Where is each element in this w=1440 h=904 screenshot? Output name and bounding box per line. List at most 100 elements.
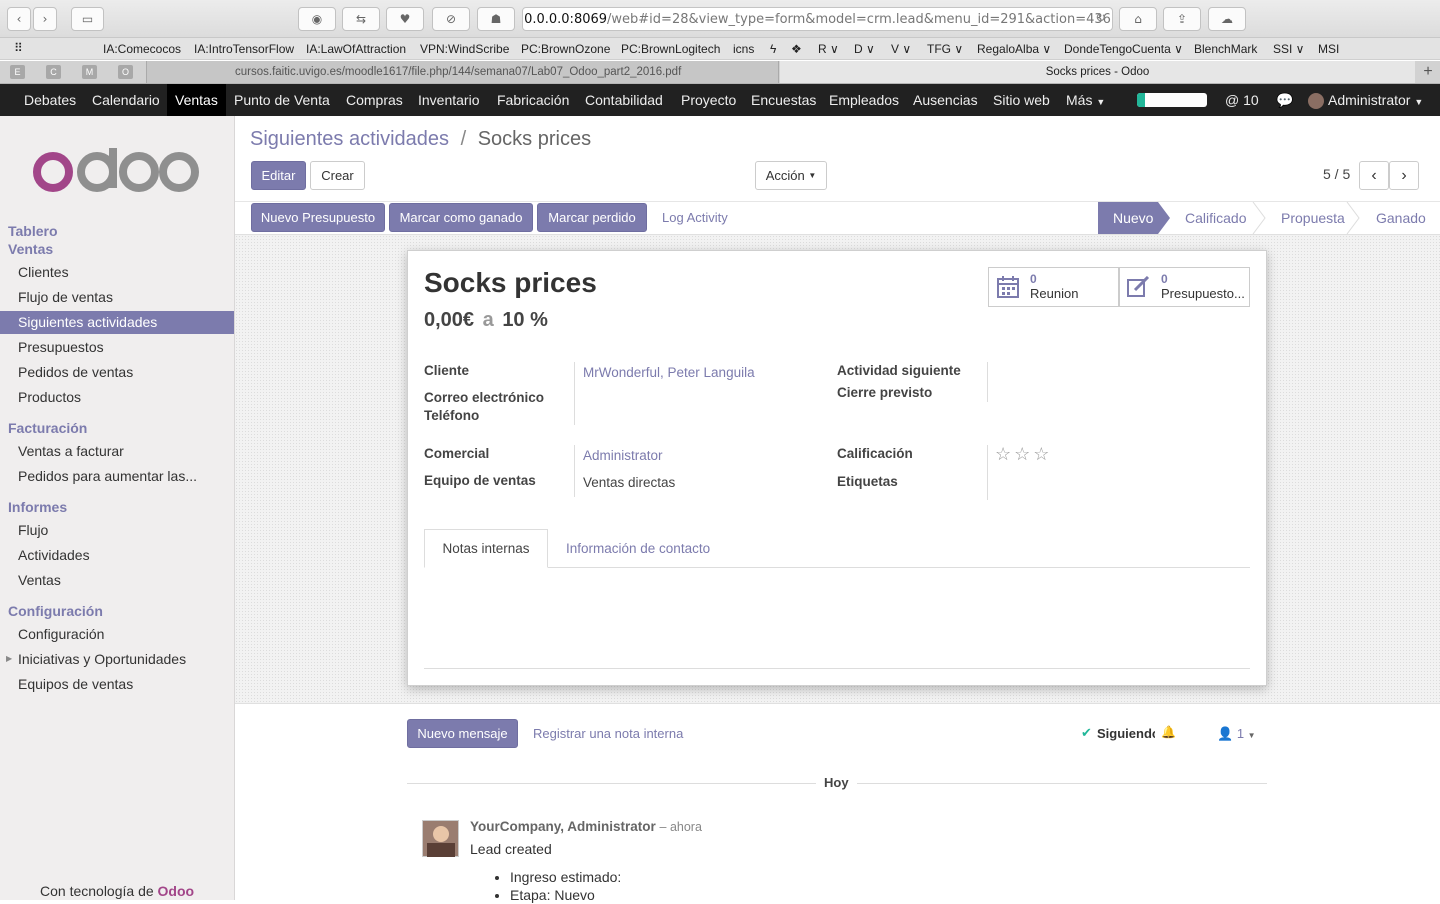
stage-calificado[interactable]: Calificado: [1185, 202, 1246, 234]
stage-ganado[interactable]: Ganado: [1376, 202, 1426, 234]
pinned-tab[interactable]: E: [10, 65, 25, 79]
section-facturacion[interactable]: Facturación: [8, 420, 87, 436]
extension-button-2[interactable]: ⇆: [342, 7, 380, 31]
bookmark[interactable]: ϟ: [770, 42, 776, 56]
pinned-tab[interactable]: C: [46, 65, 61, 79]
new-quotation-button[interactable]: Nuevo Presupuesto: [251, 203, 385, 232]
sidebar-item-ventas-a-facturar[interactable]: Ventas a facturar: [0, 440, 234, 463]
user-menu[interactable]: Administrator ▼: [1300, 84, 1431, 116]
adblock-button[interactable]: ⊘: [432, 7, 470, 31]
menu-sitio-web[interactable]: Sitio web: [985, 84, 1058, 116]
icloud-button[interactable]: ☁: [1208, 7, 1246, 31]
salesperson-value[interactable]: Administrator: [583, 448, 663, 463]
star-icon[interactable]: ☆: [1014, 444, 1033, 464]
sidebar-item-equipos-de-ventas[interactable]: Equipos de ventas: [0, 673, 234, 696]
sidebar-item-pedidos-para-aumentar[interactable]: Pedidos para aumentar las...: [0, 465, 234, 488]
tab-informacion-de-contacto[interactable]: Información de contacto: [566, 541, 710, 556]
extension-button-1[interactable]: ◉: [298, 7, 336, 31]
star-icon[interactable]: ☆: [995, 444, 1014, 464]
sidebar-item-clientes[interactable]: Clientes: [0, 261, 234, 284]
star-icon[interactable]: ☆: [1033, 444, 1052, 464]
menu-contabilidad[interactable]: Contabilidad: [577, 84, 671, 116]
log-note-link[interactable]: Registrar una nota interna: [533, 726, 683, 741]
followers-button[interactable]: 👤 1 ▼: [1217, 726, 1256, 742]
menu-proyecto[interactable]: Proyecto: [673, 84, 744, 116]
menu-punto-de-venta[interactable]: Punto de Venta: [226, 84, 338, 116]
author-avatar[interactable]: [422, 820, 459, 857]
tab-notas-internas[interactable]: Notas internas: [424, 529, 548, 568]
following-button[interactable]: Siguiendo: [1097, 726, 1155, 741]
bookmark[interactable]: V ∨: [891, 42, 911, 56]
cliente-value[interactable]: MrWonderful, Peter Languila: [583, 365, 755, 380]
bookmark[interactable]: IA:LawOfAttraction: [306, 42, 406, 56]
bookmark[interactable]: IA:Comecocos: [103, 42, 181, 56]
home-button[interactable]: ⌂: [1119, 7, 1157, 31]
menu-ventas[interactable]: Ventas: [167, 84, 226, 116]
menu-ausencias[interactable]: Ausencias: [905, 84, 986, 116]
bookmark[interactable]: PC:BrownOzone: [521, 42, 610, 56]
chat-icon[interactable]: 💬: [1268, 84, 1301, 116]
bookmark[interactable]: R ∨: [818, 42, 839, 56]
bookmark[interactable]: VPN:WindScribe: [420, 42, 509, 56]
meetings-stat-button[interactable]: 0 Reunion: [988, 267, 1119, 307]
message-author[interactable]: YourCompany, Administrator: [470, 819, 656, 834]
section-ventas[interactable]: Ventas: [8, 241, 53, 257]
apps-grid-icon[interactable]: ⠿: [14, 41, 23, 55]
menu-calendario[interactable]: Calendario: [84, 84, 168, 116]
pinned-tab[interactable]: M: [82, 65, 97, 79]
stage-propuesta[interactable]: Propuesta: [1281, 202, 1345, 234]
bookmark[interactable]: BlenchMark: [1194, 42, 1257, 56]
menu-empleados[interactable]: Empleados: [821, 84, 907, 116]
pager-previous-button[interactable]: ‹: [1359, 161, 1389, 190]
pinned-tab[interactable]: O: [118, 65, 133, 79]
sidebar-item-presupuestos[interactable]: Presupuestos: [0, 336, 234, 359]
stage-nuevo[interactable]: Nuevo: [1113, 202, 1153, 234]
sidebar-item-siguientes-actividades[interactable]: Siguientes actividades: [0, 311, 234, 334]
bookmark[interactable]: RegaloAlba ∨: [977, 42, 1051, 56]
new-message-button[interactable]: Nuevo mensaje: [407, 719, 518, 748]
bookmark[interactable]: SSI ∨: [1273, 42, 1304, 56]
bookmark[interactable]: PC:BrownLogitech: [621, 42, 720, 56]
sidebar-item-iniciativas[interactable]: Iniciativas y Oportunidades: [0, 648, 234, 671]
powered-by-brand[interactable]: Odoo: [158, 883, 195, 899]
edit-button[interactable]: Editar: [251, 161, 306, 190]
share-button[interactable]: ⇪: [1163, 7, 1201, 31]
bookmark[interactable]: IA:IntroTensorFlow: [194, 42, 294, 56]
back-button[interactable]: ‹: [7, 7, 31, 31]
bell-icon[interactable]: 🔔: [1161, 725, 1176, 739]
action-dropdown[interactable]: Acción ▼: [755, 161, 827, 190]
sidebar-toggle-button[interactable]: ▭: [71, 7, 104, 31]
bookmark[interactable]: TFG ∨: [927, 42, 963, 56]
forward-button[interactable]: ›: [33, 7, 57, 31]
tab-odoo[interactable]: Socks prices - Odoo: [780, 61, 1415, 83]
menu-debates[interactable]: Debates: [16, 84, 84, 116]
menu-compras[interactable]: Compras: [338, 84, 411, 116]
sidebar-item-productos[interactable]: Productos: [0, 386, 234, 409]
bookmark[interactable]: icns: [733, 42, 754, 56]
sidebar-item-flujo-de-ventas[interactable]: Flujo de ventas: [0, 286, 234, 309]
pager-next-button[interactable]: ›: [1389, 161, 1419, 190]
mentions-counter[interactable]: @ 10: [1217, 84, 1267, 116]
log-activity-link[interactable]: Log Activity: [662, 210, 728, 225]
menu-mas[interactable]: Más ▼: [1058, 84, 1113, 116]
bookmark[interactable]: ❖: [791, 42, 802, 56]
bookmark[interactable]: DondeTengoCuenta ∨: [1064, 42, 1183, 56]
mark-lost-button[interactable]: Marcar perdido: [537, 203, 647, 232]
menu-inventario[interactable]: Inventario: [410, 84, 487, 116]
section-informes[interactable]: Informes: [8, 499, 67, 515]
section-configuracion[interactable]: Configuración: [8, 603, 103, 619]
tab-pdf[interactable]: cursos.faitic.uvigo.es/moodle1617/file.p…: [146, 61, 779, 83]
sidebar-item-actividades[interactable]: Actividades: [0, 544, 234, 567]
mark-won-button[interactable]: Marcar como ganado: [389, 203, 533, 232]
sidebar-item-configuracion[interactable]: Configuración: [0, 623, 234, 646]
bookmark[interactable]: D ∨: [854, 42, 875, 56]
sidebar-item-ventas[interactable]: Ventas: [0, 569, 234, 592]
sidebar-item-flujo[interactable]: Flujo: [0, 519, 234, 542]
url-bar[interactable]: 0.0.0.0:8069/web#id=28&view_type=form&mo…: [522, 7, 1113, 31]
breadcrumb-parent[interactable]: Siguientes actividades: [250, 128, 449, 150]
menu-fabricacion[interactable]: Fabricación: [489, 84, 577, 116]
bookmark[interactable]: MSI: [1318, 42, 1339, 56]
section-tablero[interactable]: Tablero: [8, 223, 58, 239]
reload-icon[interactable]: ↻: [1095, 11, 1106, 26]
create-button[interactable]: Crear: [310, 161, 365, 190]
